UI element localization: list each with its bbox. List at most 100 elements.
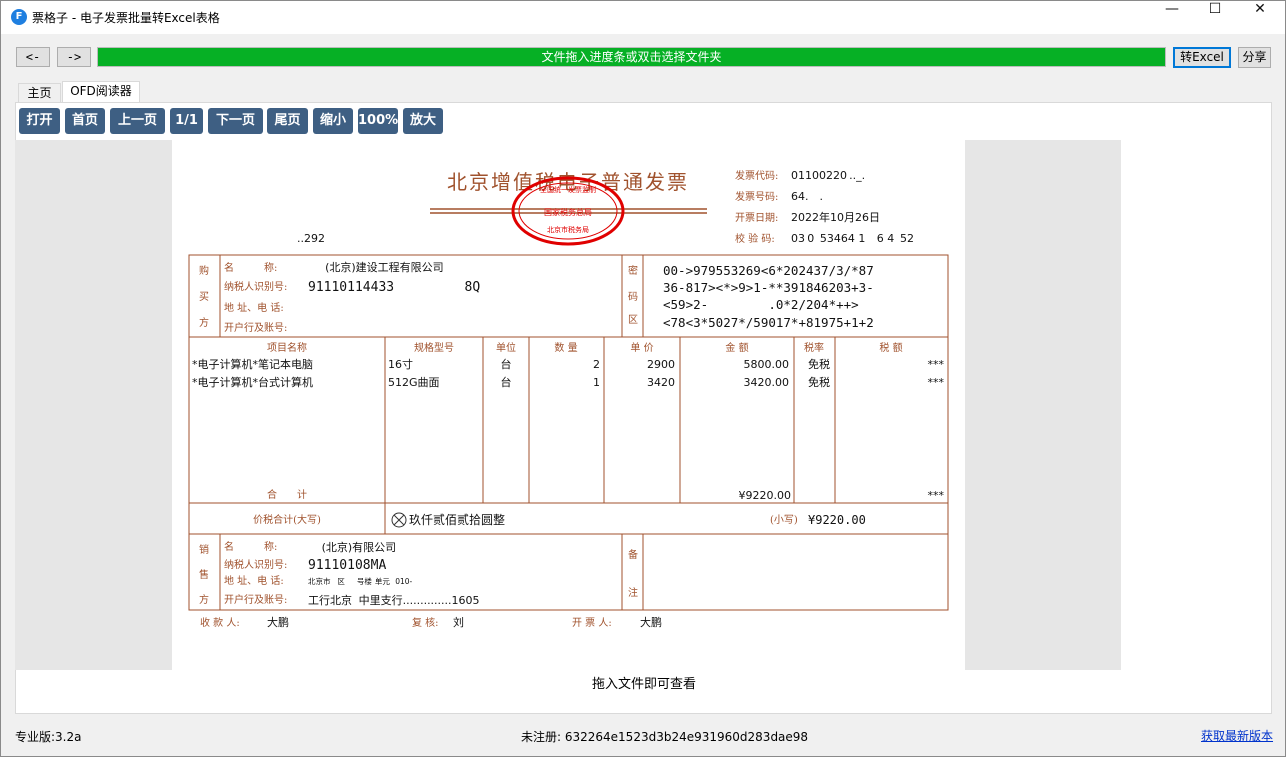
seal-top-text: 全国统一发票监制 — [540, 185, 596, 194]
tab-ofd-reader[interactable]: OFD阅读器 — [62, 81, 140, 103]
item-spec: 512G曲面 — [388, 376, 440, 389]
registration-status: 未注册: 632264e1523d3b24e931960d283dae98 — [521, 730, 809, 744]
col-header-spec: 规格型号 — [414, 341, 454, 354]
code-label: 发票代码: — [735, 169, 778, 182]
item-tax: *** — [928, 376, 945, 389]
date-label: 开票日期: — [735, 212, 778, 224]
col-header-qty: 数 量 — [554, 341, 577, 354]
buyer-label-3: 方 — [199, 316, 209, 329]
app-logo-icon: F — [11, 9, 27, 25]
forward-button[interactable]: -> — [57, 47, 91, 67]
seller-name-label: 名 称: — [224, 540, 277, 553]
payee-label: 收 款 人: — [200, 616, 240, 629]
buyer-label-1: 购 — [199, 264, 209, 277]
version-label: 专业版:3.2a — [15, 730, 82, 744]
tab-home[interactable]: 主页 — [18, 83, 61, 103]
seller-bank-label: 开户行及账号: — [224, 593, 287, 606]
cipher-label-2: 码 — [628, 291, 638, 303]
remark-label-2: 注 — [628, 586, 638, 599]
seller-name-value: (北京)有限公司 — [308, 540, 396, 554]
item-rate: 免税 — [808, 375, 830, 389]
seller-label-1: 销 — [199, 543, 209, 556]
cipher-line: <78<3*5027*/59017*+81975+1+2 — [663, 315, 874, 330]
buyer-name-value: (北京)建设工程有限公司 — [308, 260, 444, 274]
item-name: *电子计算机*台式计算机 — [192, 375, 313, 389]
item-name: *电子计算机*笔记本电脑 — [192, 357, 313, 371]
zoom-out-button[interactable]: 缩小 — [313, 108, 353, 134]
app-window: F 票格子 - 电子发票批量转Excel表格 — ☐ ✕ <- -> 文件拖入进… — [0, 0, 1286, 757]
col-header-rate: 税率 — [804, 341, 824, 354]
number-value: 64. . — [791, 190, 823, 203]
buyer-address-label: 地 址、电 话: — [224, 301, 284, 314]
page-indicator[interactable]: 1/1 — [170, 108, 203, 134]
item-unit: 台 — [501, 357, 512, 371]
seller-label-3: 方 — [199, 593, 209, 606]
seal-bottom-text: 北京市税务局 — [547, 225, 589, 234]
item-amount: 5800.00 — [744, 358, 790, 371]
cipher-line: <59>2- .0*2/204*++> — [663, 297, 859, 312]
seller-taxid-value: 91110108MA — [308, 558, 386, 573]
cross-circle-icon — [391, 512, 407, 528]
window-title: 票格子 - 电子发票批量转Excel表格 — [32, 11, 220, 25]
item-spec: 16寸 — [388, 357, 413, 371]
first-page-button[interactable]: 首页 — [65, 108, 105, 134]
seller-bank-value: 工行北京 中里支行..............1605 — [308, 593, 480, 607]
next-page-button[interactable]: 下一页 — [208, 108, 263, 134]
col-header-price: 单 价 — [630, 342, 653, 354]
remark-label-1: 备 — [628, 548, 638, 561]
buyer-name-label: 名 称: — [224, 261, 277, 274]
total-label: 合 计 — [267, 488, 307, 501]
col-header-unit: 单位 — [496, 341, 516, 354]
update-link[interactable]: 获取最新版本 — [1201, 727, 1273, 744]
invoice-page: 北京增值税电子普通发票 全国统一发票监制 国家税务总局 北京市税务局 发票代码:… — [172, 140, 965, 670]
zoom-level[interactable]: 100% — [358, 108, 398, 134]
open-button[interactable]: 打开 — [19, 108, 60, 134]
maximize-button[interactable]: ☐ — [1192, 1, 1238, 34]
item-qty: 2 — [593, 358, 600, 371]
seller-taxid-label: 纳税人识别号: — [224, 558, 287, 571]
seal-mid-text: 国家税务总局 — [544, 207, 592, 217]
payee-value: 大鹏 — [267, 615, 289, 629]
cipher-label-1: 密 — [628, 264, 638, 277]
buyer-taxid-label: 纳税人识别号: — [224, 280, 287, 293]
check-label: 校 验 码: — [735, 232, 775, 245]
code-value: 01100220 .._. — [791, 169, 865, 182]
buyer-bank-label: 开户行及账号: — [224, 321, 287, 334]
cipher-label-3: 区 — [628, 314, 638, 326]
cipher-line: 36-817><*>9>1-**391846203+3- — [663, 280, 874, 295]
item-price: 2900 — [647, 358, 675, 371]
buyer-label-2: 买 — [199, 291, 209, 303]
item-unit: 台 — [501, 375, 512, 389]
reviewer-value: 刘 — [453, 616, 464, 629]
zoom-in-button[interactable]: 放大 — [403, 108, 443, 134]
drawer-label: 开 票 人: — [572, 617, 612, 629]
item-qty: 1 — [593, 376, 600, 389]
share-button[interactable]: 分享 — [1238, 47, 1271, 68]
check-value: 03 0 53464 1 6 4 52 — [791, 232, 914, 245]
to-excel-button[interactable]: 转Excel — [1173, 47, 1231, 68]
total-amount: ¥9220.00 — [739, 489, 792, 502]
drop-progress-bar[interactable]: 文件拖入进度条或双击选择文件夹 — [97, 47, 1166, 67]
buyer-taxid-value: 91110114433 8Q — [308, 280, 480, 295]
total-tax: *** — [928, 489, 945, 502]
reviewer-label: 复 核: — [412, 616, 439, 629]
back-button[interactable]: <- — [16, 47, 50, 67]
drawer-value: 大鹏 — [640, 615, 662, 629]
grand-total-small: ¥9220.00 — [808, 513, 866, 527]
invoice: 北京增值税电子普通发票 全国统一发票监制 国家税务总局 北京市税务局 发票代码:… — [188, 169, 949, 629]
last-page-button[interactable]: 尾页 — [267, 108, 308, 134]
number-label: 发票号码: — [735, 190, 778, 203]
official-seal: 全国统一发票监制 国家税务总局 北京市税务局 — [511, 176, 625, 246]
prev-page-button[interactable]: 上一页 — [110, 108, 165, 134]
seller-address-label: 地 址、电 话: — [224, 574, 284, 587]
minimize-button[interactable]: — — [1149, 1, 1195, 34]
title-bar[interactable]: F 票格子 - 电子发票批量转Excel表格 — ☐ ✕ — [1, 1, 1285, 34]
close-button[interactable]: ✕ — [1237, 1, 1283, 34]
col-header-tax: 税 额 — [879, 341, 902, 354]
drop-hint-text: 拖入文件即可查看 — [591, 677, 696, 692]
item-tax: *** — [928, 358, 945, 371]
cipher-line: 00->979553269<6*202437/3/*87 — [663, 263, 874, 278]
col-header-amount: 金 额 — [725, 341, 748, 354]
grand-small-label: (小写) — [770, 514, 798, 526]
date-value: 2022年10月26日 — [791, 210, 880, 224]
